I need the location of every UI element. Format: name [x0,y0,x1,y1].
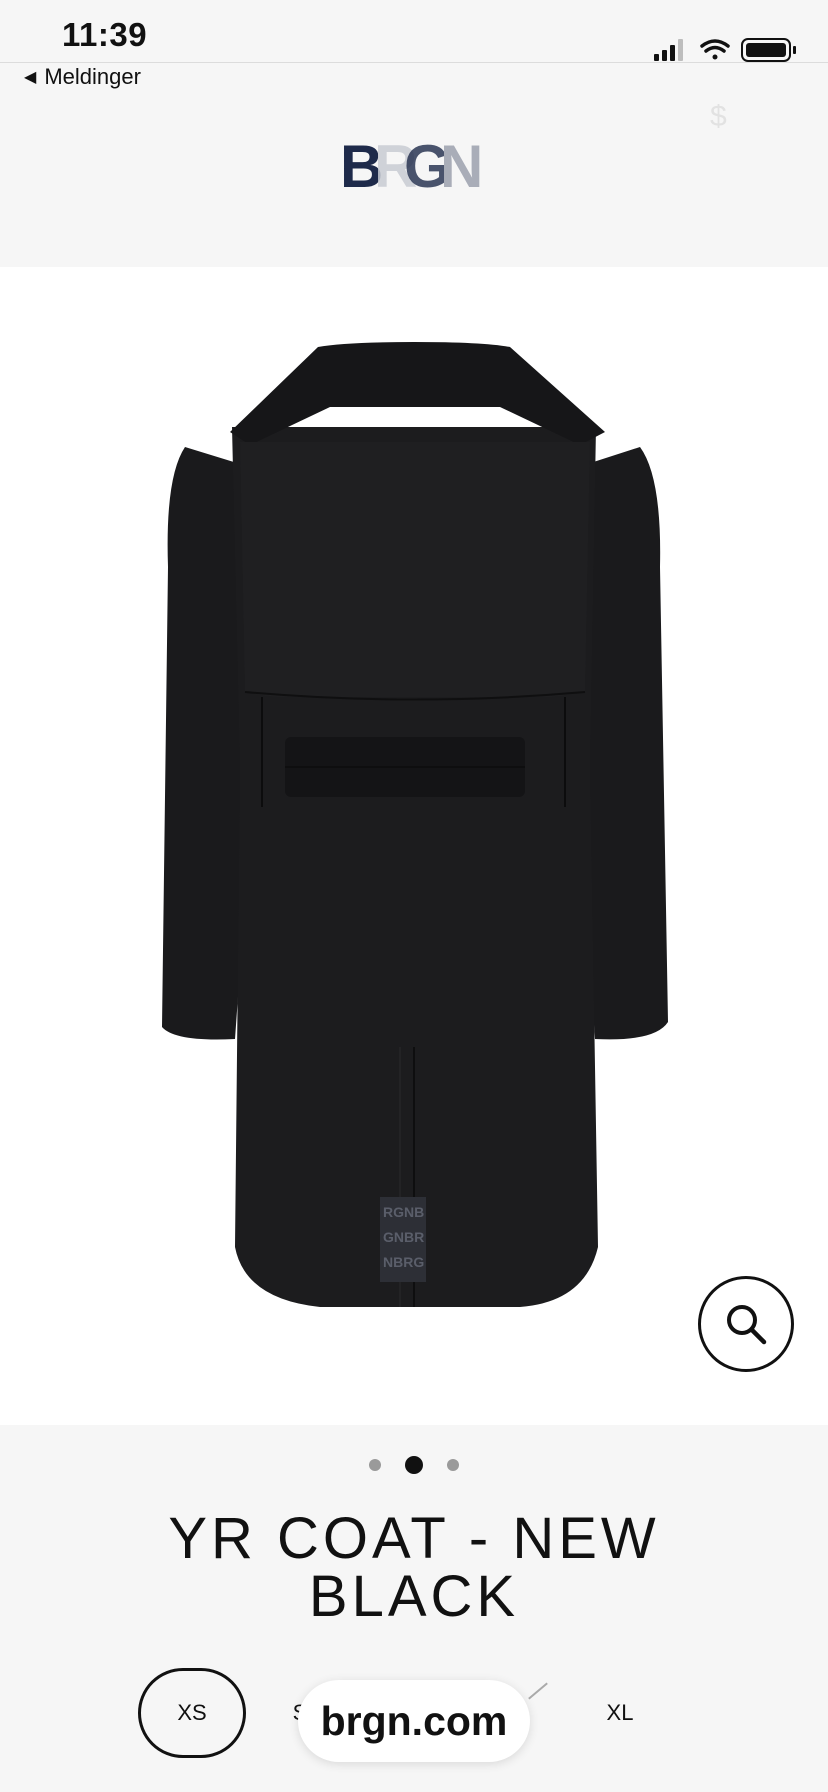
battery-icon [741,38,796,62]
status-time: 11:39 [62,16,148,53]
brgn-logo[interactable]: B R G N [340,135,490,195]
product-title: YR COAT - NEW BLACK [168,1506,660,1629]
size-xs[interactable]: XS [138,1668,246,1758]
back-label: Meldinger [44,64,141,89]
carousel-dot[interactable] [447,1459,459,1471]
label-line-3: NBRG [383,1254,424,1270]
unavailable-strike [528,1682,548,1700]
product-image[interactable]: RGNB GNBR NBRG [0,267,828,1425]
coat-image: RGNB GNBR NBRG [162,342,668,1307]
browser-url-pill[interactable]: brgn.com [298,1680,530,1762]
back-triangle-icon: ◀ [24,69,37,86]
image-carousel-dots [0,1450,828,1480]
back-to-messages-link[interactable]: ◀ Meldinger [24,62,141,92]
status-bar: 11:39 [0,0,828,62]
search-icon [727,1305,767,1345]
size-xl[interactable]: XL [585,1668,655,1758]
url-text: brgn.com [320,1697,508,1744]
carousel-dot[interactable] [369,1459,381,1471]
size-label: XL [606,1700,634,1725]
currency-icon[interactable]: $ [710,100,727,134]
status-icons [654,38,796,62]
logo-letter-n: N [440,135,483,195]
label-line-1: RGNB [383,1204,424,1220]
cellular-signal-icon [654,39,683,61]
zoom-button[interactable] [698,1276,794,1372]
size-label: XS [177,1700,207,1725]
label-line-2: GNBR [383,1229,424,1245]
carousel-dot-active[interactable] [405,1456,423,1474]
wifi-icon [700,39,730,60]
